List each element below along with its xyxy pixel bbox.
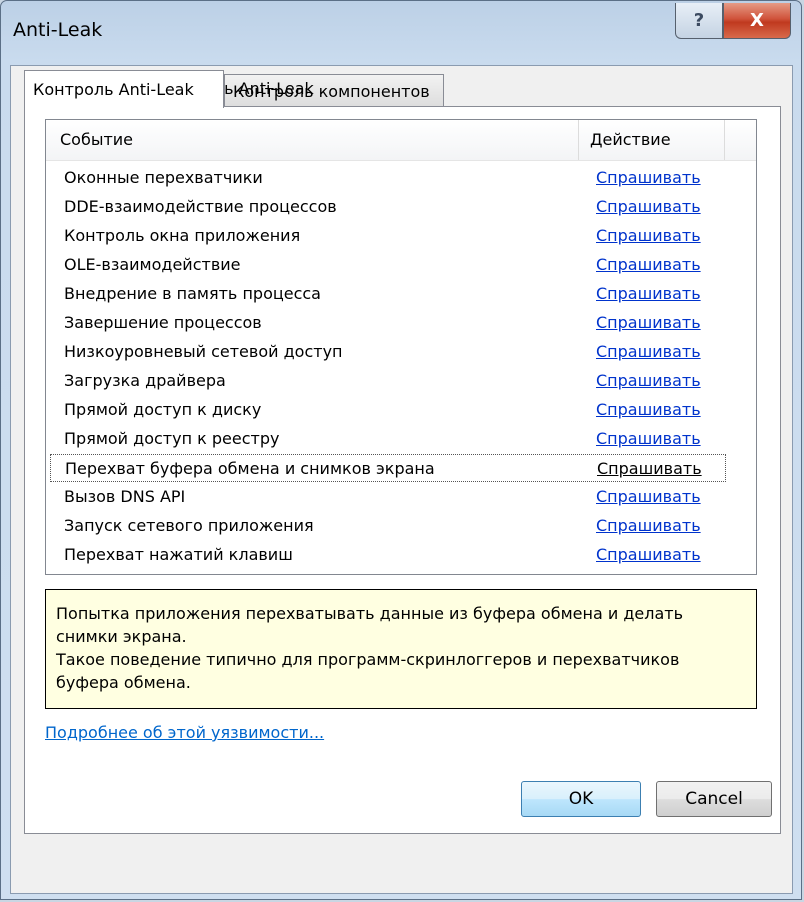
ok-button[interactable]: OK xyxy=(521,781,641,817)
list-header: Событие Действие xyxy=(46,120,756,161)
title-bar[interactable]: Anti-Leak ? X xyxy=(1,1,801,65)
event-name: DDE-взаимодействие процессов xyxy=(64,197,337,216)
events-list[interactable]: Событие Действие Оконные перехватчики Сп… xyxy=(45,119,757,575)
table-row[interactable]: OLE-взаимодействие Спрашивать xyxy=(50,251,726,279)
action-link[interactable]: Спрашивать xyxy=(597,459,702,478)
action-link[interactable]: Спрашивать xyxy=(596,487,701,506)
column-divider[interactable] xyxy=(724,120,725,160)
event-name: Внедрение в память процесса xyxy=(64,284,321,303)
event-name: Запуск сетевого приложения xyxy=(64,516,314,535)
action-link[interactable]: Спрашивать xyxy=(596,545,701,564)
action-link[interactable]: Спрашивать xyxy=(596,226,701,245)
event-name: Низкоуровневый сетевой доступ xyxy=(64,342,343,361)
event-name: Завершение процессов xyxy=(64,313,262,332)
table-row[interactable]: Прямой доступ к реестру Спрашивать xyxy=(50,425,726,453)
action-link[interactable]: Спрашивать xyxy=(596,429,701,448)
column-divider[interactable] xyxy=(578,120,579,160)
window-title: Anti-Leak xyxy=(13,19,103,41)
column-header-event[interactable]: Событие xyxy=(60,130,133,149)
tab-anti-leak-control[interactable]: Контроль Anti-Leak xyxy=(24,70,224,108)
table-row[interactable]: Загрузка драйвера Спрашивать xyxy=(50,367,726,395)
table-row[interactable]: Перехват нажатий клавиш Спрашивать xyxy=(50,541,726,569)
table-row[interactable]: Внедрение в память процесса Спрашивать xyxy=(50,280,726,308)
action-link[interactable]: Спрашивать xyxy=(596,284,701,303)
close-icon: X xyxy=(750,10,764,31)
description-line: снимки экрана. xyxy=(56,627,187,646)
column-header-action[interactable]: Действие xyxy=(590,130,671,149)
table-row[interactable]: Завершение процессов Спрашивать xyxy=(50,309,726,337)
table-row[interactable]: DDE-взаимодействие процессов Спрашивать xyxy=(50,193,726,221)
event-name: OLE-взаимодействие xyxy=(64,255,241,274)
table-row[interactable]: Оконные перехватчики Спрашивать xyxy=(50,164,726,192)
table-row[interactable]: Прямой доступ к диску Спрашивать xyxy=(50,396,726,424)
help-icon: ? xyxy=(693,10,705,31)
action-link[interactable]: Спрашивать xyxy=(596,516,701,535)
vulnerability-details-link[interactable]: Подробнее об этой уязвимости... xyxy=(45,723,324,742)
table-row[interactable]: Вызов DNS API Спрашивать xyxy=(50,483,726,511)
action-link[interactable]: Спрашивать xyxy=(596,168,701,187)
action-link[interactable]: Спрашивать xyxy=(596,371,701,390)
help-button[interactable]: ? xyxy=(675,3,723,39)
event-name: Контроль окна приложения xyxy=(64,226,301,245)
ok-button-label: OK xyxy=(568,789,594,809)
close-button[interactable]: X xyxy=(723,3,791,39)
description-line: Такое поведение типично для программ-скр… xyxy=(56,650,680,669)
action-link[interactable]: Спрашивать xyxy=(596,342,701,361)
description-line: буфера обмена. xyxy=(56,673,191,692)
action-link[interactable]: Спрашивать xyxy=(596,313,701,332)
event-name: Прямой доступ к реестру xyxy=(64,429,280,448)
action-link[interactable]: Спрашивать xyxy=(596,255,701,274)
event-name: Загрузка драйвера xyxy=(64,371,226,390)
action-link[interactable]: Спрашивать xyxy=(596,400,701,419)
table-row-selected[interactable]: Перехват буфера обмена и снимков экрана … xyxy=(50,454,726,482)
event-description-box: Попытка приложения перехватывать данные … xyxy=(45,589,757,709)
table-row[interactable]: Запуск сетевого приложения Спрашивать xyxy=(50,512,726,540)
dialog-window: Anti-Leak ? X Контроль Anti-Leak Контрол… xyxy=(0,0,802,900)
event-name: Оконные перехватчики xyxy=(64,168,263,187)
event-name: Перехват буфера обмена и снимков экрана xyxy=(65,459,435,478)
event-name: Вызов DNS API xyxy=(64,487,186,506)
cancel-button[interactable]: Cancel xyxy=(656,781,772,817)
action-link[interactable]: Спрашивать xyxy=(596,197,701,216)
table-row[interactable]: Низкоуровневый сетевой доступ Спрашивать xyxy=(50,338,726,366)
tab-label: Контроль Anti-Leak xyxy=(33,80,194,99)
cancel-button-label: Cancel xyxy=(685,789,743,809)
description-line: Попытка приложения перехватывать данные … xyxy=(56,604,684,623)
table-row[interactable]: Контроль окна приложения Спрашивать xyxy=(50,222,726,250)
event-name: Перехват нажатий клавиш xyxy=(64,545,293,564)
event-name: Прямой доступ к диску xyxy=(64,400,262,419)
